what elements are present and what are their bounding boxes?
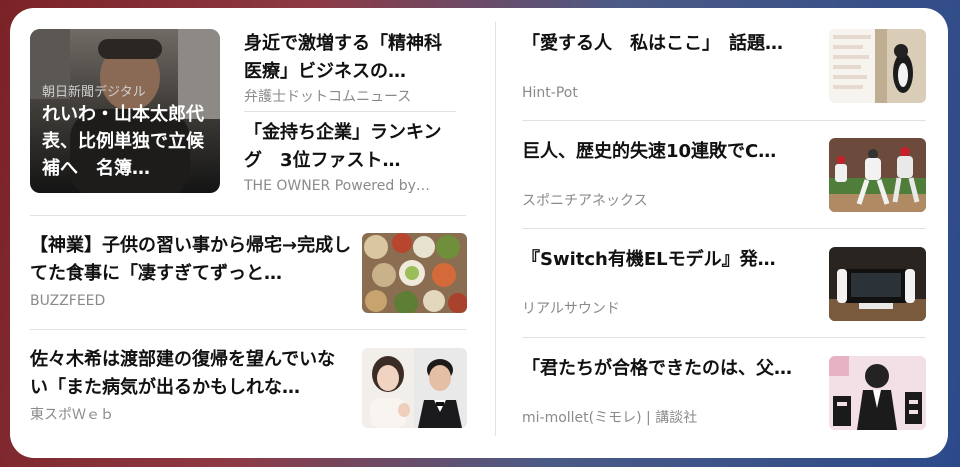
divider	[522, 120, 926, 121]
column-divider	[495, 22, 496, 436]
story-buzzfeed[interactable]: 【神業】子供の習い事から帰宅→完成してた食事に「凄すぎてずっと… BUZZFEE…	[30, 232, 352, 310]
hero-title[interactable]: れいわ・山本太郎代表、比例単独で立候補へ 名簿…	[42, 101, 212, 182]
story-source: 弁護士ドットコムニュース	[244, 89, 412, 105]
divider	[244, 111, 456, 112]
story-realsound[interactable]: 『Switch有機ELモデル』発… リアルサウンド	[522, 246, 818, 318]
divider	[30, 215, 466, 216]
story-tospo[interactable]: 佐々木希は渡部建の復帰を望んでいない「また病気が出るかもしれな… 東スポＷｅｂ	[30, 346, 352, 424]
story-mimollet[interactable]: 「君たちが合格できたのは、父… mi-mollet(ミモレ) | 講談社	[522, 355, 818, 427]
story-sponichi[interactable]: 巨人、歴史的失速10連敗でC… スポニチアネックス	[522, 138, 818, 210]
manga-photo-icon[interactable]	[829, 356, 926, 430]
story-title[interactable]: 【神業】子供の習い事から帰宅→完成してた食事に「凄すぎてずっと…	[30, 232, 352, 288]
small-story-1[interactable]: 身近で激増する「精神科医療」ビジネスの… 弁護士ドットコムニュース	[244, 30, 456, 106]
divider	[30, 329, 466, 330]
portrait-photo-icon[interactable]	[362, 348, 467, 428]
story-source: スポニチアネックス	[522, 193, 648, 209]
story-hintpot[interactable]: 「愛する人 私はここ」 話題… Hint-Pot	[522, 30, 818, 102]
story-title[interactable]: 「君たちが合格できたのは、父…	[522, 355, 818, 383]
cat-photo-icon[interactable]	[829, 29, 926, 103]
story-source: BUZZFEED	[30, 293, 106, 309]
story-source: リアルサウンド	[522, 301, 620, 317]
divider	[522, 228, 926, 229]
story-title[interactable]: 身近で激増する「精神科医療」ビジネスの…	[244, 30, 456, 86]
baseball-photo-icon[interactable]	[829, 138, 926, 212]
story-source: mi-mollet(ミモレ) | 講談社	[522, 410, 698, 426]
hero-source: 朝日新聞デジタル	[42, 85, 146, 100]
food-photo-icon[interactable]	[362, 233, 467, 313]
story-source: THE OWNER Powered by…	[244, 178, 430, 194]
small-story-2[interactable]: 「金持ち企業」ランキング 3位ファスト… THE OWNER Powered b…	[244, 119, 456, 195]
story-title[interactable]: 『Switch有機ELモデル』発…	[522, 246, 818, 274]
story-title[interactable]: 「金持ち企業」ランキング 3位ファスト…	[244, 119, 456, 175]
divider	[522, 337, 926, 338]
story-source: 東スポＷｅｂ	[30, 407, 114, 423]
console-photo-icon[interactable]	[829, 247, 926, 321]
story-title[interactable]: 巨人、歴史的失速10連敗でC…	[522, 138, 818, 166]
story-source: Hint-Pot	[522, 85, 578, 101]
hero-story[interactable]: 朝日新聞デジタル れいわ・山本太郎代表、比例単独で立候補へ 名簿…	[30, 29, 220, 193]
story-title[interactable]: 佐々木希は渡部建の復帰を望んでいない「また病気が出るかもしれな…	[30, 346, 352, 402]
story-title[interactable]: 「愛する人 私はここ」 話題…	[522, 30, 818, 58]
